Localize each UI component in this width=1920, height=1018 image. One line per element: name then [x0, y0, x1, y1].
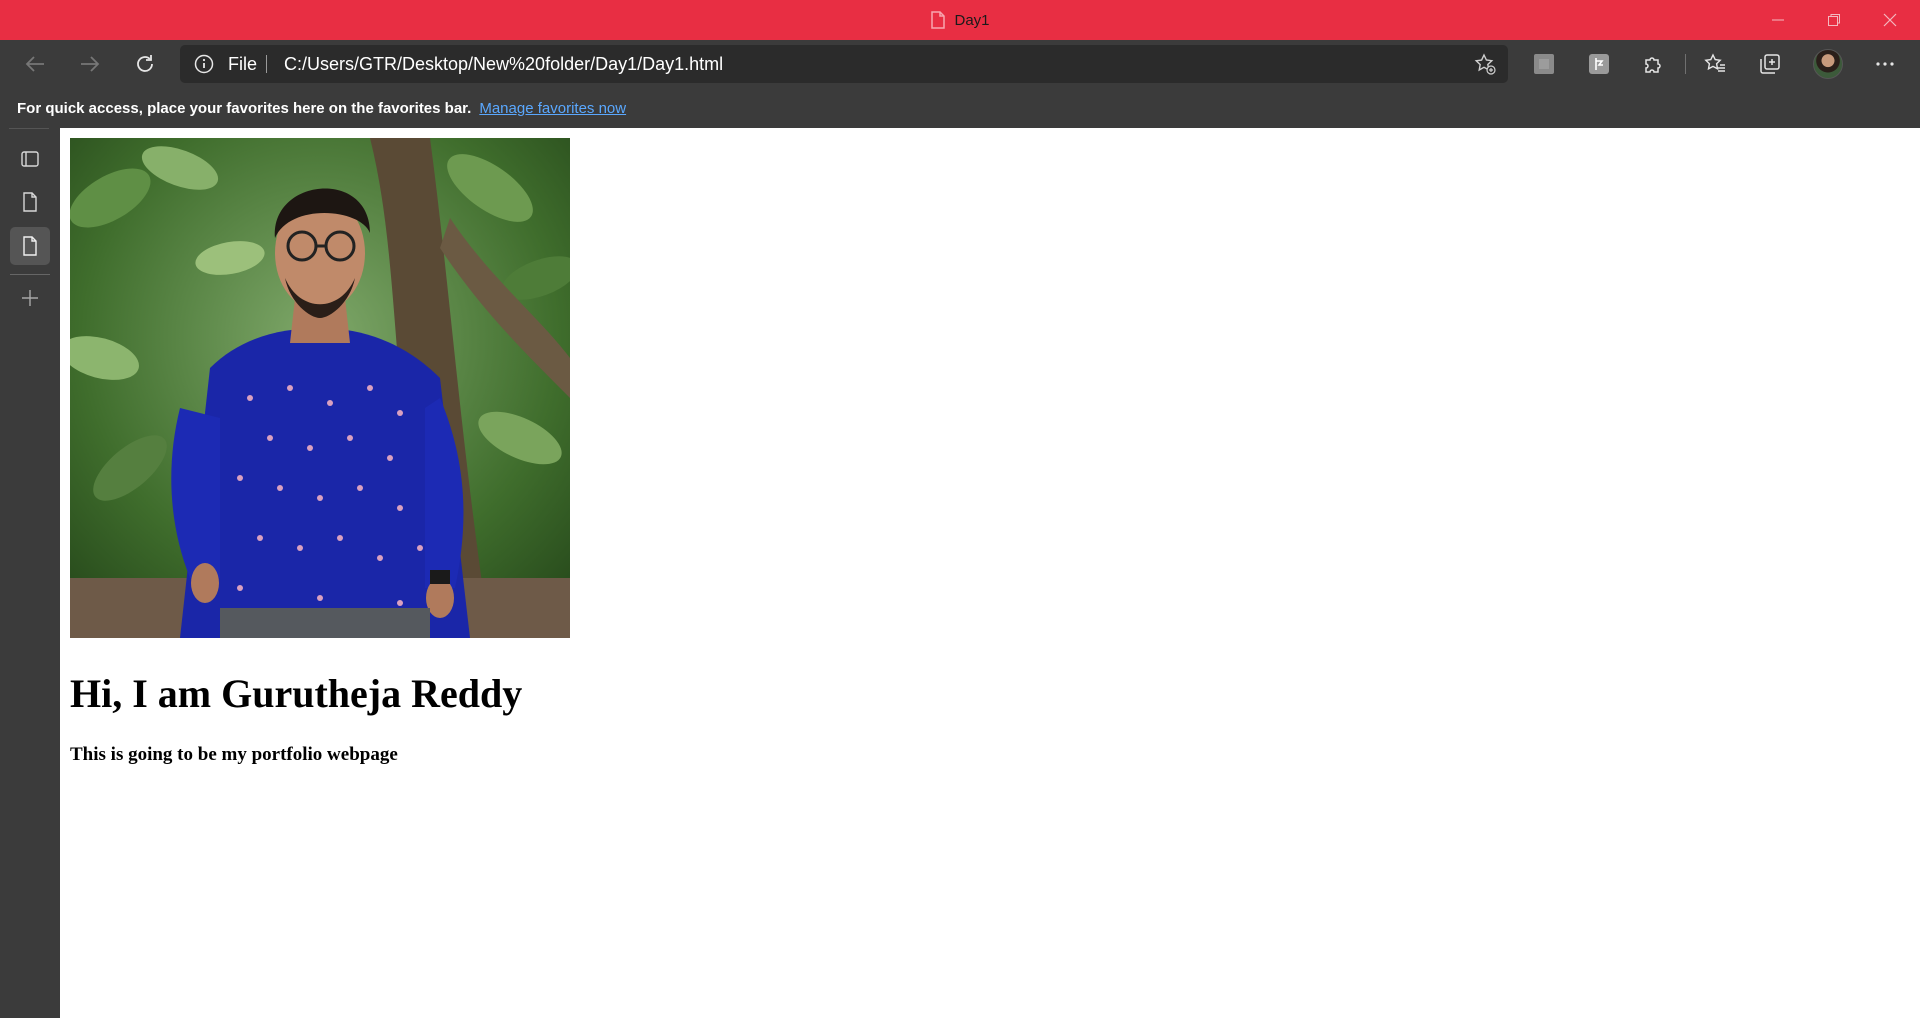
page-heading: Hi, I am Gurutheja Reddy: [70, 671, 523, 716]
favorites-icon: [1704, 53, 1725, 72]
toolbar-divider: [1685, 54, 1686, 74]
minimize-button[interactable]: [1750, 0, 1806, 40]
extension-icon: [1534, 54, 1554, 74]
more-icon: [1876, 62, 1894, 66]
restore-button[interactable]: [1806, 0, 1862, 40]
url-text[interactable]: C:/Users/GTR/Desktop/New%20folder/Day1/D…: [284, 45, 723, 83]
sidebar-tab-1[interactable]: [10, 183, 50, 221]
extension-icon: [1589, 54, 1609, 74]
page-content: Hi, I am Gurutheja Reddy This is going t…: [60, 128, 1920, 1018]
add-favorite-icon: [1474, 53, 1496, 75]
minimize-icon: [1772, 19, 1784, 21]
scheme-label: File: [228, 54, 258, 74]
close-button[interactable]: [1862, 0, 1918, 40]
window-title: Day1: [0, 0, 1920, 40]
new-tab-button[interactable]: [10, 279, 50, 317]
puzzle-icon: [1645, 57, 1661, 73]
forward-icon: [81, 56, 100, 72]
avatar[interactable]: [1813, 49, 1843, 79]
sidebar-separator: [10, 274, 50, 275]
new-tab-icon: [22, 290, 38, 306]
address-bar[interactable]: File C:/Users/GTR/Desktop/New%20folder/D…: [180, 45, 1508, 83]
browser-toolbar: File C:/Users/GTR/Desktop/New%20folder/D…: [0, 40, 1920, 88]
info-icon[interactable]: [194, 54, 214, 79]
back-button[interactable]: [15, 44, 55, 84]
extension-button-1[interactable]: [1524, 44, 1564, 84]
page-icon: [23, 236, 37, 256]
vertical-tabs-sidebar: [0, 128, 60, 1018]
page-icon: [23, 192, 37, 212]
extension-button-2[interactable]: [1579, 44, 1619, 84]
favorites-message: For quick access, place your favorites h…: [17, 99, 472, 117]
more-button[interactable]: [1865, 44, 1905, 84]
restore-icon: [1828, 14, 1840, 26]
forward-button[interactable]: [70, 44, 110, 84]
tab-actions-icon: [21, 151, 39, 167]
refresh-icon: [137, 55, 153, 72]
document-icon: [930, 11, 946, 29]
page-subheading: This is going to be my portfolio webpage: [70, 744, 398, 765]
favorites-bar: For quick access, place your favorites h…: [0, 88, 1920, 128]
extensions-button[interactable]: [1633, 44, 1673, 84]
address-separator: [266, 55, 267, 73]
sidebar-top-divider: [9, 128, 49, 129]
tab-title: Day1: [954, 11, 990, 29]
sidebar-tab-active[interactable]: [10, 227, 50, 265]
tab-actions-button[interactable]: [10, 140, 50, 178]
collections-icon: [1760, 54, 1780, 74]
profile-photo: [70, 138, 570, 638]
favorites-button[interactable]: [1695, 44, 1735, 84]
back-icon: [25, 56, 44, 72]
title-bar: Day1: [0, 0, 1920, 40]
refresh-button[interactable]: [125, 44, 165, 84]
manage-favorites-link[interactable]: Manage favorites now: [479, 100, 626, 117]
collections-button[interactable]: [1750, 44, 1790, 84]
add-favorite-button[interactable]: [1474, 53, 1496, 80]
close-icon: [1883, 13, 1897, 27]
